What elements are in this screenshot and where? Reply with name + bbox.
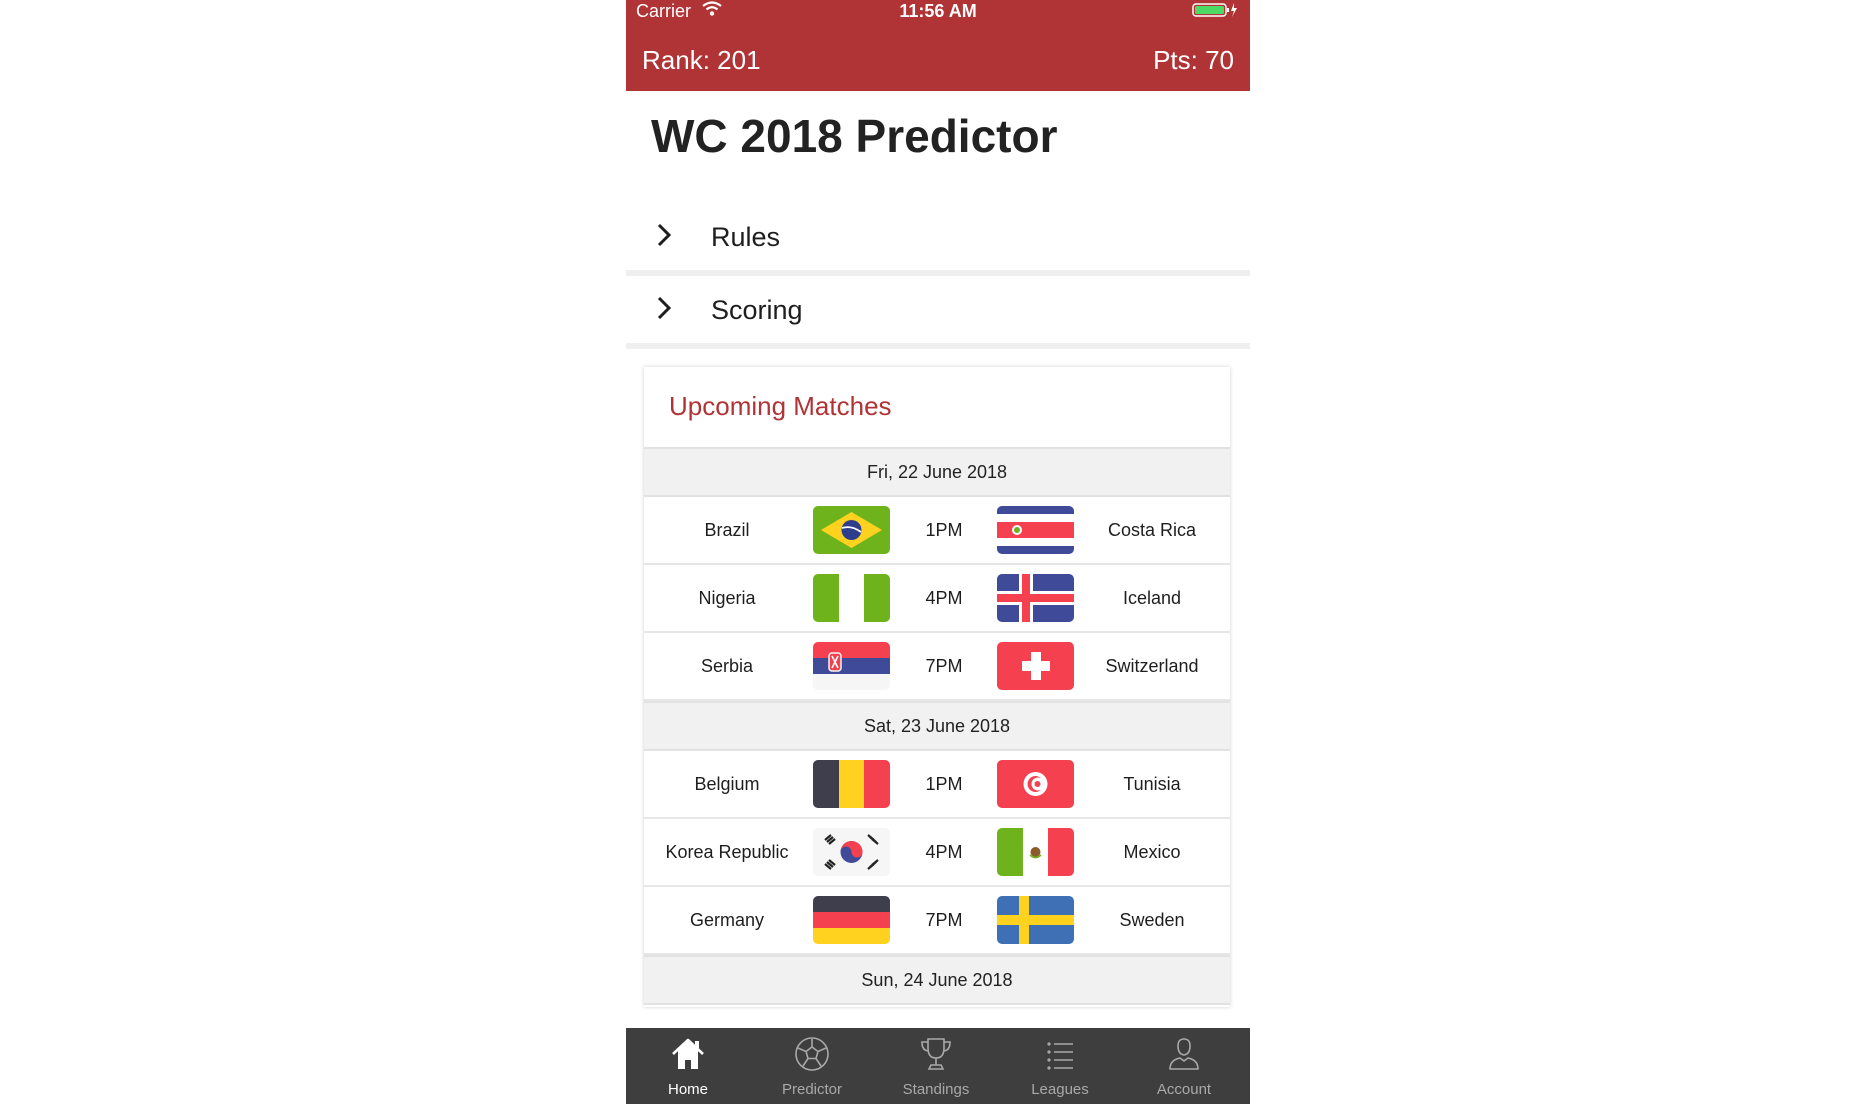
iceland-flag-icon [997,574,1074,622]
scoring-label: Scoring [711,295,803,325]
away-team-name: Mexico [1123,842,1181,862]
mexico-flag-icon [997,828,1074,876]
tab-standings-label: Standings [902,1081,970,1098]
tab-home[interactable]: Home [626,1028,750,1104]
upcoming-matches-card: Upcoming Matches Fri, 22 June 2018 Brazil… [644,367,1230,1007]
match-time: 1PM [925,774,963,794]
match-row[interactable]: Serbia 7PM Switzerland [644,633,1230,701]
page-title: WC 2018 Predictor [651,110,1058,162]
match-row[interactable]: Germany 7PM Sweden [644,887,1230,955]
away-team-name: Iceland [1122,588,1182,608]
germany-flag-icon [813,896,890,944]
home-team-name: Belgium [694,774,760,794]
costa-rica-flag-icon [997,506,1074,554]
person-icon [1169,1038,1199,1070]
sweden-flag-icon [997,896,1074,944]
list-icon [1047,1042,1073,1070]
switzerland-flag-icon [997,642,1074,690]
match-date-header: Sun, 24 June 2018 [644,955,1230,1005]
match-time: 1PM [925,520,963,540]
home-team-name: Brazil [704,520,750,540]
phone-screen: Carrier 11:56 AM Rank: 201 Pts: 70 WC 20… [626,0,1250,1104]
scoring-row[interactable]: Scoring [626,275,1250,349]
away-team-name: Sweden [1119,910,1185,930]
upcoming-matches-title: Upcoming Matches [669,391,892,421]
match-time [916,1005,972,1007]
rank-label: Rank: 201 [642,45,761,75]
tab-predictor[interactable]: Predictor [750,1028,874,1104]
away-team-name: Switzerland [1105,656,1199,676]
match-row[interactable]: Belgium 1PM Tunisia [644,751,1230,819]
home-icon [672,1038,704,1069]
tab-leagues[interactable]: Leagues [998,1028,1122,1104]
nigeria-flag-icon [813,574,890,622]
match-date-header: Fri, 22 June 2018 [644,447,1230,497]
tab-home-label: Home [667,1081,708,1098]
tab-account-label: Account [1156,1081,1212,1098]
home-team-name: Serbia [700,656,754,676]
rules-label: Rules [711,222,781,252]
away-team-name: Tunisia [1123,774,1181,794]
battery-icon [1192,3,1237,17]
tab-leagues-label: Leagues [1031,1081,1089,1098]
match-list: Fri, 22 June 2018 Brazil 1PM Costa Rica Nige… [644,447,1230,1007]
match-time: 4PM [925,842,963,862]
home-team-name: Korea Republic [665,842,789,862]
match-date-header: Sat, 23 June 2018 [644,701,1230,751]
match-row[interactable]: Korea Republic 4PM Mexico [644,819,1230,887]
home-team-name: Germany [689,910,765,930]
rules-row[interactable]: Rules [626,202,1250,276]
away-team-name [1074,1005,1230,1007]
soccer-ball-icon [795,1037,829,1071]
points-label: Pts: 70 [1153,45,1234,75]
match-time: 7PM [925,656,963,676]
home-team-name [644,1005,810,1007]
serbia-flag-icon [813,642,890,690]
korea-republic-flag-icon [813,828,890,876]
tab-bar: Home Predictor Standings Leagues Account [626,1028,1250,1104]
home-team-name: Nigeria [698,588,756,608]
belgium-flag-icon [813,760,890,808]
chevron-right-icon [657,223,672,247]
match-time: 4PM [925,588,963,608]
match-time: 7PM [925,910,963,930]
match-row[interactable] [644,1005,1230,1007]
tab-predictor-label: Predictor [781,1081,843,1098]
away-team-name: Costa Rica [1107,520,1197,540]
match-row[interactable]: Brazil 1PM Costa Rica [644,497,1230,565]
tunisia-flag-icon [997,760,1074,808]
status-time: 11:56 AM [899,1,977,21]
brazil-flag-icon [813,506,890,554]
trophy-icon [921,1038,951,1070]
top-bar: Carrier 11:56 AM Rank: 201 Pts: 70 [626,0,1250,91]
tab-account[interactable]: Account [1122,1028,1246,1104]
tab-standings[interactable]: Standings [874,1028,998,1104]
chevron-right-icon [657,296,672,320]
match-row[interactable]: Nigeria 4PM Iceland [644,565,1230,633]
